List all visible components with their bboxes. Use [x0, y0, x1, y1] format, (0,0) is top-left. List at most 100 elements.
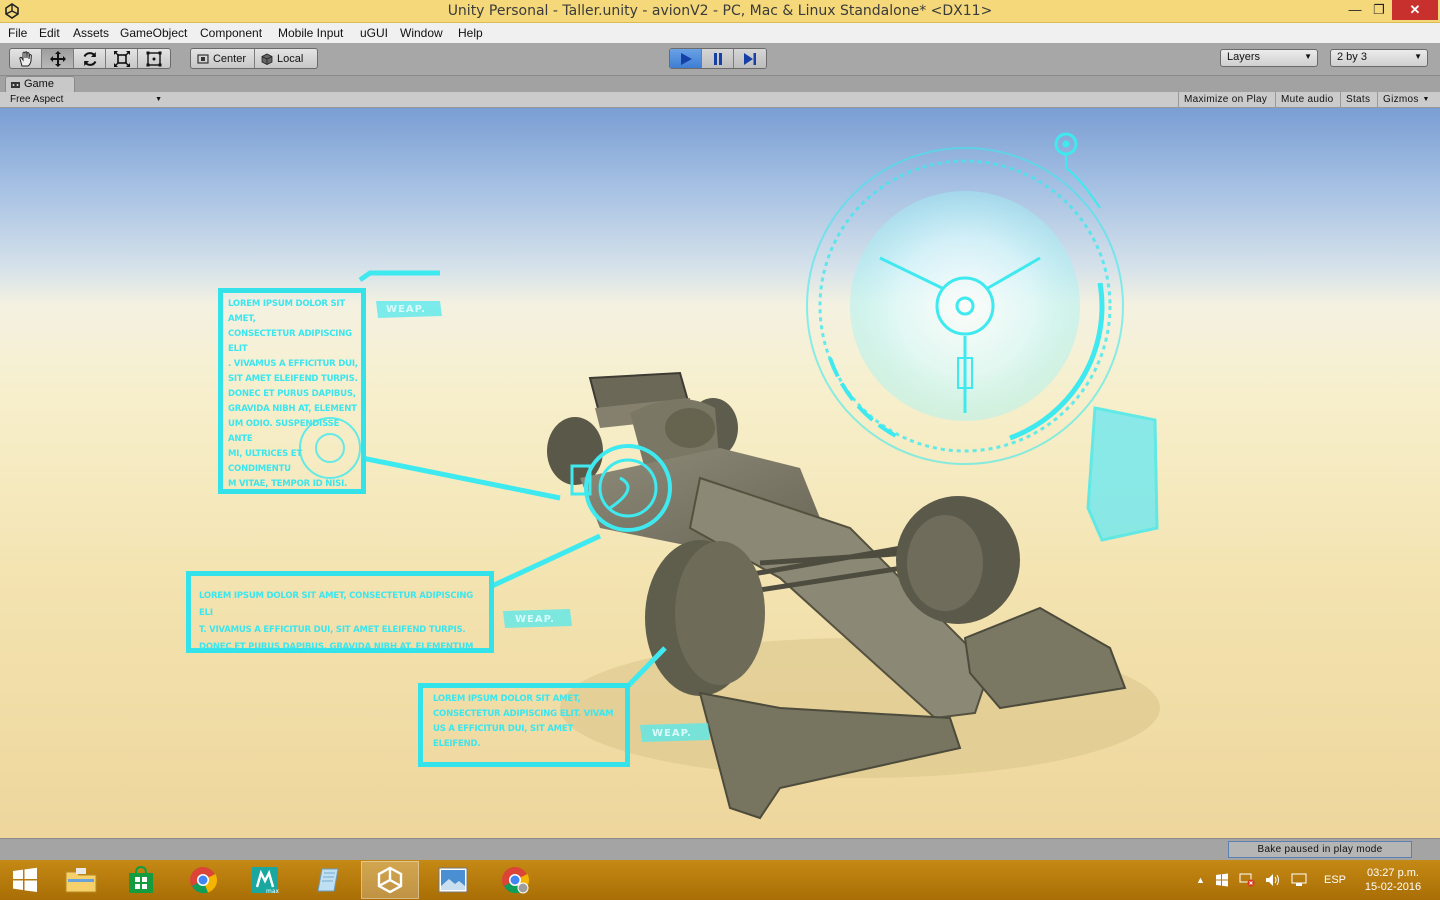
- clock-time: 03:27 p.m.: [1367, 867, 1419, 879]
- flag-icon[interactable]: [1215, 873, 1229, 887]
- info-text-line: CONSECTETUR ADIPISCING ELIT: [228, 329, 352, 354]
- pause-icon[interactable]: [702, 49, 734, 68]
- close-button[interactable]: ✕: [1392, 0, 1438, 20]
- weap-label: WEAP.: [652, 728, 692, 739]
- rotate-icon[interactable]: [74, 49, 106, 68]
- info-text-line: US A EFFICITUR DUI, SIT AMET ELEIFEND.: [433, 724, 574, 749]
- info-text-line: LOREM IPSUM DOLOR SIT AMET, CONSECTETUR …: [199, 591, 474, 618]
- chevron-down-icon: ▼: [1304, 52, 1312, 61]
- step-icon[interactable]: [734, 49, 766, 68]
- maximize-button[interactable]: ❐: [1364, 0, 1394, 20]
- windows-taskbar: max ▲ ESP 03:27 p.m. 15-02-2016: [0, 860, 1440, 900]
- system-tray: ▲: [1196, 860, 1307, 900]
- title-bar: Unity Personal - Taller.unity - avionV2 …: [0, 0, 1440, 23]
- language-indicator[interactable]: ESP: [1324, 860, 1346, 900]
- stats-button[interactable]: Stats: [1340, 92, 1375, 108]
- game-viewport[interactable]: LOREM IPSUM DOLOR SIT AMET, CONSECTETUR …: [0, 108, 1440, 838]
- maximize-on-play-button[interactable]: Maximize on Play: [1178, 92, 1272, 108]
- store-icon[interactable]: [112, 861, 170, 899]
- network-warning-icon[interactable]: [1239, 873, 1255, 887]
- hud-info-box-3: LOREM IPSUM DOLOR SIT AMET, CONSECTETUR …: [418, 683, 630, 767]
- menu-bar: File Edit Assets GameObject Component Mo…: [0, 23, 1440, 43]
- pivot-controls: Center Local: [190, 48, 318, 69]
- pivot-center-icon: [197, 53, 209, 64]
- info-text-line: SIT AMET ELEIFEND TURPIS.: [228, 374, 358, 384]
- unity-window: Unity Personal - Taller.unity - avionV2 …: [0, 0, 1440, 900]
- hand-icon[interactable]: [10, 49, 42, 68]
- pivot-center-button[interactable]: Center: [191, 49, 255, 68]
- pivot-center-label: Center: [212, 52, 246, 65]
- info-text-line: GRAVIDA NIBH AT, ELEMENT: [228, 404, 357, 414]
- play-controls: [669, 48, 767, 69]
- layout-label: 2 by 3: [1337, 51, 1367, 63]
- mute-audio-button[interactable]: Mute audio: [1275, 92, 1338, 108]
- menu-component[interactable]: Component: [200, 26, 262, 40]
- chevron-down-icon: ▼: [155, 96, 162, 103]
- info-text-line: CONSECTETUR ADIPISCING ELIT. VIVAM: [433, 709, 614, 719]
- pivot-local-label: Local: [277, 52, 304, 65]
- layout-dropdown[interactable]: 2 by 3 ▼: [1330, 49, 1428, 67]
- info-text-line: DONEC ET PURUS DAPIBUS, GRAVIDA NIBH AT,…: [199, 642, 474, 652]
- chrome-alt-icon[interactable]: [486, 861, 544, 899]
- chrome-icon[interactable]: [174, 861, 232, 899]
- menu-mobile-input[interactable]: Mobile Input: [278, 26, 343, 40]
- move-icon[interactable]: [42, 49, 74, 68]
- game-controller-icon: [11, 82, 20, 88]
- clock-date: 15-02-2016: [1364, 881, 1422, 893]
- notepad-icon[interactable]: [298, 861, 356, 899]
- transform-tools: [9, 48, 171, 69]
- info-text-line: UM ODIO. SUSPENDISSE ANTE: [228, 419, 340, 444]
- info-text-line: MI, ULTRICES ET CONDIMENTU: [228, 449, 302, 474]
- tab-game-label: Game: [24, 78, 54, 90]
- scale-icon[interactable]: [106, 49, 138, 68]
- aspect-dropdown[interactable]: Free Aspect ▼: [6, 93, 164, 107]
- action-center-icon[interactable]: [1291, 873, 1307, 887]
- menu-edit[interactable]: Edit: [39, 26, 60, 40]
- layers-label: Layers: [1227, 51, 1261, 63]
- aspect-label: Free Aspect: [10, 94, 64, 105]
- gizmos-button[interactable]: Gizmos ▼: [1377, 92, 1433, 108]
- play-icon[interactable]: [670, 49, 702, 68]
- menu-ugui[interactable]: uGUI: [360, 26, 388, 40]
- layers-dropdown[interactable]: Layers ▼: [1220, 49, 1318, 67]
- weap-label: WEAP.: [515, 614, 555, 625]
- volume-icon[interactable]: [1265, 873, 1281, 887]
- tab-game[interactable]: Game: [5, 76, 75, 92]
- pivot-local-button[interactable]: Local: [255, 49, 317, 68]
- hud-side-panel: [1086, 406, 1159, 542]
- bake-status: Bake paused in play mode: [1228, 841, 1412, 858]
- window-title: Unity Personal - Taller.unity - avionV2 …: [447, 3, 993, 19]
- main-toolbar: Center Local Layers ▼ 2 by 3 ▼: [0, 43, 1440, 76]
- info-text-line: M VITAE, TEMPOR ID NISI.: [228, 479, 348, 489]
- gizmos-label: Gizmos: [1383, 94, 1419, 105]
- menu-file[interactable]: File: [8, 26, 27, 40]
- svg-text:max: max: [266, 888, 280, 895]
- unity-icon[interactable]: [361, 861, 419, 899]
- panel-tab-bar: Game: [0, 76, 1440, 92]
- photos-icon[interactable]: [424, 861, 482, 899]
- menu-assets[interactable]: Assets: [73, 26, 109, 40]
- rect-icon[interactable]: [138, 49, 170, 68]
- info-text-line: LOREM IPSUM DOLOR SIT AMET,: [433, 694, 581, 704]
- taskbar-clock[interactable]: 03:27 p.m. 15-02-2016: [1356, 866, 1430, 894]
- chevron-down-icon: ▼: [1422, 96, 1430, 103]
- info-text-line: . VIVAMUS A EFFICITUR DUI,: [228, 359, 358, 369]
- menu-window[interactable]: Window: [400, 26, 443, 40]
- hud-radar: [806, 132, 1124, 465]
- windows-start-icon[interactable]: [0, 861, 50, 899]
- hud-info-box-2: LOREM IPSUM DOLOR SIT AMET, CONSECTETUR …: [186, 571, 494, 653]
- file-explorer-icon[interactable]: [52, 861, 110, 899]
- info-text-line: DONEC ET PURUS DAPIBUS,: [228, 389, 356, 399]
- status-bar: Bake paused in play mode: [0, 838, 1440, 860]
- weap-label: WEAP.: [386, 304, 426, 315]
- tray-expand-icon[interactable]: ▲: [1196, 875, 1205, 885]
- game-view-toolbar: Free Aspect ▼ Maximize on Play Mute audi…: [0, 92, 1440, 108]
- info-text-line: LOREM IPSUM DOLOR SIT AMET,: [228, 299, 345, 324]
- hud-info-box-1: LOREM IPSUM DOLOR SIT AMET, CONSECTETUR …: [218, 288, 366, 494]
- cube-icon: [261, 53, 273, 65]
- menu-gameobject[interactable]: GameObject: [120, 26, 187, 40]
- info-text-line: T. VIVAMUS A EFFICITUR DUI, SIT AMET ELE…: [199, 625, 466, 635]
- menu-help[interactable]: Help: [458, 26, 483, 40]
- 3ds-max-icon[interactable]: max: [236, 861, 294, 899]
- scene-render: [299, 132, 1160, 820]
